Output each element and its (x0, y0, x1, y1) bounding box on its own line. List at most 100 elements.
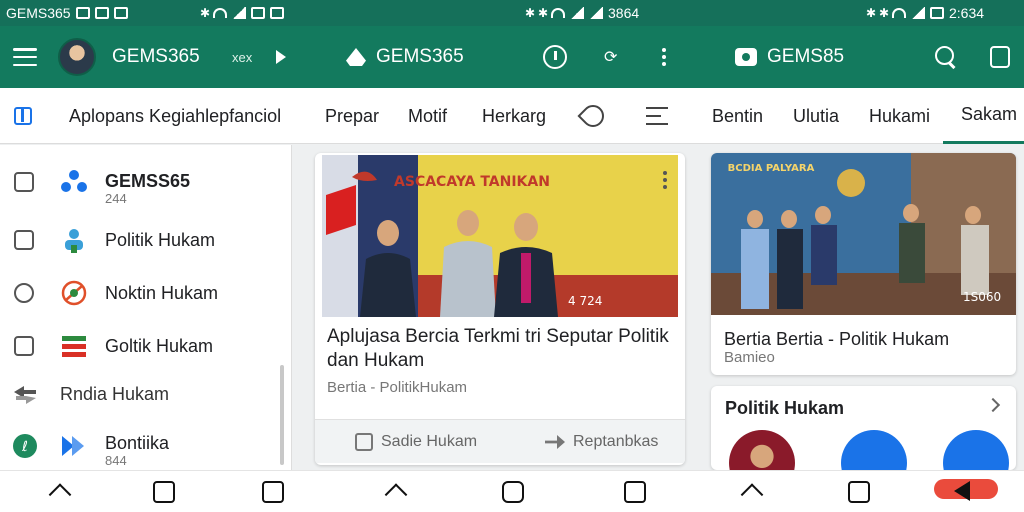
share-button[interactable]: Reptanbkas (545, 420, 658, 464)
wifi-icon (213, 8, 227, 18)
notification-icon (75, 7, 90, 19)
recents-nav-icon[interactable] (153, 481, 175, 503)
briefcase-icon (113, 7, 128, 19)
card-more-button[interactable] (663, 171, 667, 189)
tab-home[interactable] (14, 88, 32, 144)
tab-filter[interactable] (646, 88, 668, 144)
link-icon: ⟳ (604, 49, 618, 66)
signal-icon (911, 7, 925, 19)
camera-icon (735, 48, 757, 66)
tab-item[interactable]: Hukami (869, 88, 930, 144)
link-button[interactable]: ⟳ (604, 26, 617, 88)
news-photo[interactable]: ASCACAYA TANIKAN 4 724 (322, 155, 678, 317)
tab-item[interactable]: Prepar (325, 88, 379, 144)
politik-section-card[interactable]: Politik Hukam (711, 386, 1016, 470)
no-entry-icon (61, 280, 87, 306)
tabs-nav-icon[interactable] (262, 481, 284, 503)
status-right: ✱ ✱ 2:634 (866, 0, 984, 26)
sidebar-item-label: Rndia Hukam (60, 383, 170, 404)
share-arrow-icon (545, 435, 565, 449)
grid-icon (14, 107, 32, 125)
photo-badge: 4 724 (568, 294, 602, 308)
sidebar-item-rndia[interactable]: Rndia Hukam (0, 371, 280, 417)
leaf-icon (577, 100, 609, 132)
home-nav-icon[interactable] (384, 483, 408, 506)
search-icon (14, 283, 34, 303)
tab-item[interactable]: Herkarg (482, 88, 546, 144)
people-icon (65, 229, 83, 253)
play-button[interactable] (276, 26, 286, 88)
tab-item[interactable]: Aplopans Kegiahlepfanciol (69, 88, 281, 144)
tab-explore[interactable] (577, 88, 609, 144)
center-title-group[interactable]: GEMS365 (346, 26, 464, 88)
bluetooth-icon: ✱ (538, 6, 549, 20)
recents-nav-icon[interactable] (848, 481, 870, 503)
status-bar: GEMS365 ✱ ✱ ✱ 3864 ✱ ✱ 2:634 (0, 0, 1024, 26)
video-icon[interactable] (841, 430, 907, 470)
wifi-icon (551, 8, 565, 18)
home-nav-icon[interactable] (740, 483, 764, 506)
section-heading: Politik Hukam (725, 398, 845, 418)
info-button[interactable] (543, 26, 567, 88)
avatar[interactable] (729, 430, 795, 470)
main-news-card[interactable]: ASCACAYA TANIKAN 4 724 Aplujasa Bercia T… (315, 153, 685, 465)
more-button[interactable] (662, 26, 666, 88)
sidebar-scrollbar[interactable] (280, 365, 284, 465)
side-news-card[interactable]: BCDIA PALYARA 1S060 Bertia Bertia - Poli… (711, 153, 1016, 375)
profile-avatar[interactable] (58, 26, 96, 88)
signal-icon (232, 7, 246, 19)
right-title-group[interactable]: GEMS85 (735, 26, 844, 88)
gallery-icon[interactable] (943, 430, 1009, 470)
swap-arrows-icon (14, 386, 36, 404)
center-title: GEMS365 (376, 46, 464, 67)
tab-item[interactable]: Ulutia (793, 88, 839, 144)
status-left-text: GEMS365 (6, 5, 71, 21)
tab-item[interactable]: Bentin (712, 88, 763, 144)
side-card-title[interactable]: Bertia Bertia - Politik Hukam (724, 327, 1009, 351)
svg-text:ℓ: ℓ (21, 439, 28, 455)
sidebar-item-label: GEMSS65 (105, 171, 191, 191)
clipboard-icon (990, 46, 1010, 68)
signal-icon (570, 7, 584, 19)
sidebar-item-goltik[interactable]: Goltik Hukam (0, 323, 280, 369)
tab-item[interactable]: Motif (408, 88, 447, 144)
side-banner-text: BCDIA PALYARA (728, 163, 815, 174)
bluetooth-icon: ✱ (525, 6, 536, 20)
search-icon (935, 46, 957, 68)
card-title[interactable]: Aplujasa Bercia Terkmi tri Seputar Polit… (327, 325, 673, 373)
bluetooth-icon: ✱ (866, 6, 877, 20)
clipboard-button[interactable] (990, 26, 1010, 88)
chevron-right-icon[interactable] (985, 397, 1001, 413)
recents-nav-icon[interactable] (624, 481, 646, 503)
back-nav-icon[interactable] (954, 481, 970, 501)
battery-icon (251, 7, 265, 19)
share-label: Reptanbkas (573, 433, 659, 450)
sidebar-item-politik[interactable]: Politik Hukam (0, 217, 280, 263)
sidebar-item-gemss65[interactable]: GEMSS65 244 (0, 159, 280, 206)
overview-nav-icon[interactable] (502, 481, 524, 503)
sidebar-item-noktin[interactable]: Noktin Hukam (0, 270, 280, 316)
sidebar-item-label: Bontiika (105, 433, 170, 453)
gallery-icon (94, 7, 109, 19)
side-photo-badge: 1S060 (963, 290, 1001, 304)
card-meta: Bertia - PolitikHukam (327, 379, 468, 396)
sidebar-item-bontiika[interactable]: ℓ Bontiika 844 (0, 423, 280, 469)
bottom-nav (0, 470, 1024, 512)
tab-item-active[interactable]: Sakam (943, 88, 1024, 144)
square-icon (14, 230, 34, 250)
filter-icon (646, 107, 668, 125)
more-vert-icon (662, 48, 666, 66)
menu-button[interactable] (13, 26, 37, 88)
wifi-icon (892, 8, 906, 18)
sidebar-item-label: Noktin Hukam (105, 282, 219, 303)
sidebar-item-label: Goltik Hukam (105, 335, 214, 356)
home-nav-icon[interactable] (48, 483, 72, 506)
search-button[interactable] (935, 26, 957, 88)
sidebar-item-label: Politik Hukam (105, 229, 216, 250)
brand-title: GEMS365 (112, 46, 200, 67)
drive-icon (346, 48, 366, 66)
save-button[interactable]: Sadie Hukam (355, 420, 477, 464)
tab-bar: Aplopans Kegiahlepfanciol Prepar Motif H… (0, 88, 1024, 144)
side-news-photo[interactable]: BCDIA PALYARA 1S060 (711, 153, 1016, 315)
battery-icon (930, 7, 944, 19)
